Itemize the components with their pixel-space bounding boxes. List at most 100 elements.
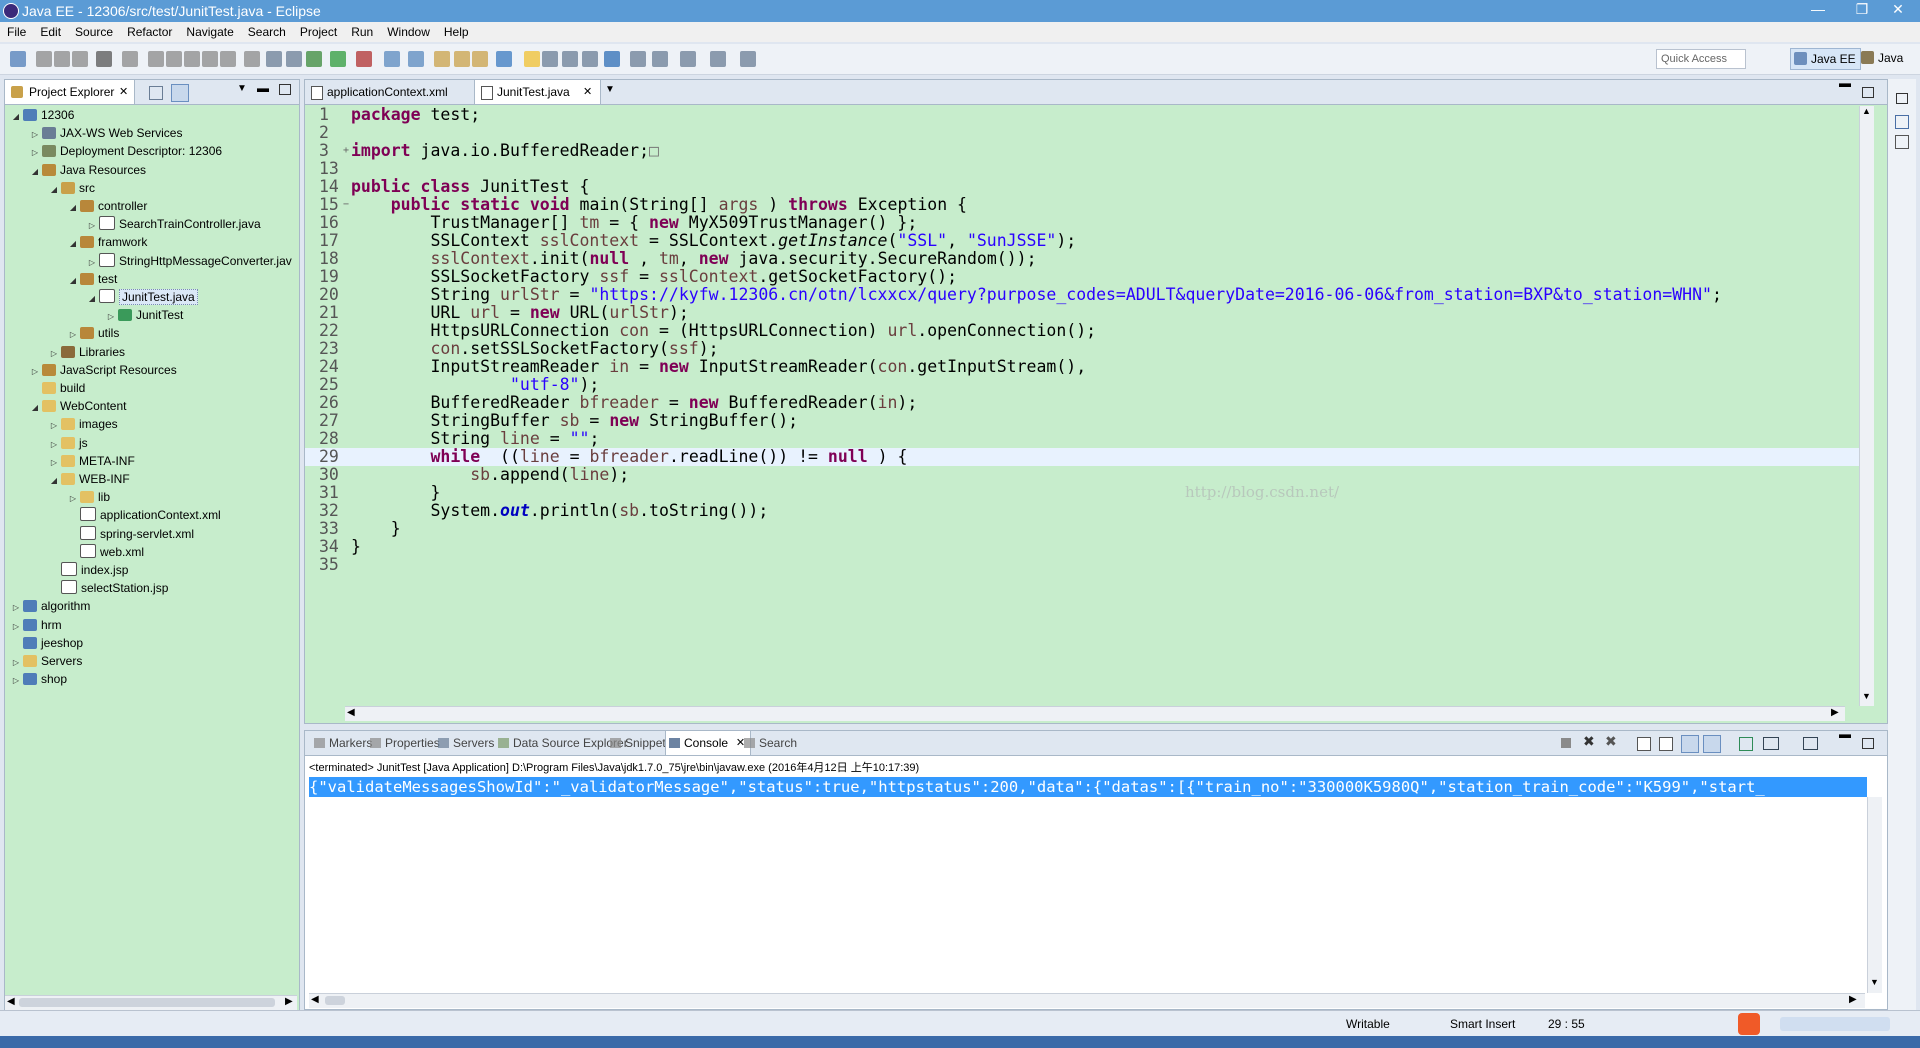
console-vertical-scrollbar[interactable]: ▼ — [1867, 797, 1882, 993]
tree-item-junittest-java[interactable]: ◢ JunitTest.java — [87, 288, 198, 306]
code-line[interactable]: 14 public class JunitTest { — [305, 178, 1865, 196]
tree-item-applicationcontext-xml[interactable]: applicationContext.xml — [68, 506, 221, 524]
code-line[interactable]: 25 "utf-8"); — [305, 376, 1865, 394]
fold-collapse-icon[interactable]: − — [343, 196, 349, 214]
toolbar-tool-14-icon[interactable] — [286, 51, 302, 67]
code-line[interactable]: 35 — [305, 556, 1865, 574]
tree-item-controller[interactable]: ◢ controller — [68, 197, 147, 215]
menu-search[interactable]: Search — [241, 22, 293, 39]
scroll-down-icon[interactable]: ▼ — [1870, 977, 1879, 987]
tree-item-build[interactable]: build — [30, 379, 85, 397]
scroll-down-icon[interactable]: ▼ — [1862, 691, 1871, 701]
task-list-icon[interactable] — [1895, 135, 1909, 149]
link-with-editor-icon[interactable] — [171, 84, 189, 102]
code-line[interactable]: 20 String urlStr = "https://kyfw.12306.c… — [305, 286, 1865, 304]
tree-item-meta-inf[interactable]: ▷ META-INF — [49, 452, 135, 470]
toolbar-tool-12-icon[interactable] — [244, 51, 260, 67]
perspective-java-ee[interactable]: Java EE — [1790, 48, 1861, 70]
toolbar-tool-27-icon[interactable] — [582, 51, 598, 67]
tree-item-js[interactable]: ▷ js — [49, 434, 88, 452]
toolbar-tool-16-icon[interactable] — [330, 51, 346, 67]
menu-navigate[interactable]: Navigate — [179, 22, 240, 39]
scroll-left-icon[interactable]: ◀ — [347, 707, 355, 718]
code-line[interactable]: 34} — [305, 538, 1865, 556]
tab-markers[interactable]: Markers — [311, 731, 372, 755]
close-icon[interactable]: ✕ — [119, 80, 128, 104]
toolbar-tool-4-icon[interactable] — [72, 51, 88, 67]
code-line[interactable]: 3 + import java.io.BufferedReader;□ — [305, 142, 1865, 160]
scroll-left-icon[interactable]: ◀ — [311, 994, 319, 1005]
maximize-view-icon[interactable] — [279, 84, 291, 95]
toolbar-tool-32-icon[interactable] — [710, 51, 726, 67]
toolbar-tool-1-icon[interactable] — [10, 51, 26, 67]
remove-launch-icon[interactable]: ✖ — [1583, 733, 1595, 750]
expanded-arrow-icon[interactable]: ◢ — [30, 399, 40, 417]
code-line[interactable]: 1 package test; — [305, 106, 1865, 124]
code-line[interactable]: 18 sslContext.init(null , tm, new java.s… — [305, 250, 1865, 268]
clear-console-icon[interactable] — [1637, 737, 1651, 751]
menu-project[interactable]: Project — [293, 22, 344, 39]
outline-icon[interactable] — [1895, 115, 1909, 129]
tab-applicationcontext-xml[interactable]: applicationContext.xml — [305, 80, 475, 104]
tree-item-stringhttpmessageconverter-jav[interactable]: ▷ StringHttpMessageConverter.jav — [87, 252, 292, 270]
menu-refactor[interactable]: Refactor — [120, 22, 179, 39]
editor-minimize-icon[interactable]: ▬ — [1839, 76, 1851, 90]
open-console-icon[interactable] — [1803, 737, 1818, 750]
display-console-icon[interactable] — [1763, 737, 1779, 750]
menu-source[interactable]: Source — [68, 22, 120, 39]
fold-expand-icon[interactable]: + — [343, 142, 349, 160]
tab-project-explorer[interactable]: Project Explorer ✕ — [5, 80, 135, 104]
tree-item-utils[interactable]: ▷ utils — [68, 324, 119, 342]
toolbar-tool-9-icon[interactable] — [184, 51, 200, 67]
scroll-thumb[interactable] — [325, 996, 345, 1005]
toolbar-tool-26-icon[interactable] — [562, 51, 578, 67]
expanded-arrow-icon[interactable]: ◢ — [49, 181, 59, 199]
code-line[interactable]: 17 SSLContext sslContext = SSLContext.ge… — [305, 232, 1865, 250]
menu-help[interactable]: Help — [437, 22, 476, 39]
editor-horizontal-scrollbar[interactable]: ◀ ▶ — [345, 706, 1845, 721]
expanded-arrow-icon[interactable]: ◢ — [30, 163, 40, 181]
scroll-right-icon[interactable]: ▶ — [1849, 994, 1857, 1005]
minimize-button[interactable]: — — [1796, 0, 1840, 20]
tree-item-libraries[interactable]: ▷ Libraries — [49, 343, 125, 361]
tree-item-framwork[interactable]: ◢ framwork — [68, 233, 147, 251]
editor-vertical-scrollbar[interactable]: ▲ ▼ — [1859, 106, 1874, 706]
tree-item-selectstation-jsp[interactable]: selectStation.jsp — [49, 579, 168, 597]
tree-item-web-xml[interactable]: web.xml — [68, 543, 144, 561]
terminate-icon[interactable] — [1561, 738, 1571, 748]
toolbar-tool-2-icon[interactable] — [36, 51, 52, 67]
scroll-left-icon[interactable]: ◀ — [7, 996, 15, 1007]
code-line[interactable]: 19 SSLSocketFactory ssf = sslContext.get… — [305, 268, 1865, 286]
view-menu-icon[interactable]: ▼ — [237, 83, 247, 94]
code-line[interactable]: 13 — [305, 160, 1865, 178]
expanded-arrow-icon[interactable]: ◢ — [68, 235, 78, 253]
expanded-arrow-icon[interactable]: ◢ — [11, 108, 21, 126]
menu-window[interactable]: Window — [380, 22, 437, 39]
code-area[interactable]: http://blog.csdn.net/ 1 package test; 2 3 + i… — [305, 106, 1865, 696]
scroll-right-icon[interactable]: ▶ — [285, 996, 293, 1007]
restore-icon[interactable] — [1896, 93, 1908, 104]
tree-item-algorithm[interactable]: ▷ algorithm — [11, 597, 90, 615]
code-line[interactable]: 31 } — [305, 484, 1865, 502]
code-line[interactable]: 2 — [305, 124, 1865, 142]
tree-item-spring-servlet-xml[interactable]: spring-servlet.xml — [68, 525, 194, 543]
tree-item-images[interactable]: ▷ images — [49, 415, 118, 433]
menu-run[interactable]: Run — [344, 22, 380, 39]
minimize-view-icon[interactable]: ▬ — [257, 81, 269, 95]
tree-item-web-inf[interactable]: ◢ WEB-INF — [49, 470, 130, 488]
code-line[interactable]: 15− public static void main(String[] arg… — [305, 196, 1865, 214]
toolbar-tool-21-icon[interactable] — [454, 51, 470, 67]
explorer-horizontal-scrollbar[interactable]: ◀ ▶ — [5, 995, 297, 1010]
code-line[interactable]: 22 HttpsURLConnection con = (HttpsURLCon… — [305, 322, 1865, 340]
console-output[interactable]: {"validateMessagesShowId":"_validatorMes… — [309, 777, 1867, 797]
code-line[interactable]: 26 BufferedReader bfreader = new Buffere… — [305, 394, 1865, 412]
toolbar-tool-15-icon[interactable] — [306, 51, 322, 67]
tree-item-12306[interactable]: ◢ 12306 — [11, 106, 74, 124]
scroll-lock-icon[interactable] — [1659, 737, 1673, 751]
toolbar-tool-5-icon[interactable] — [96, 51, 112, 67]
expanded-arrow-icon[interactable]: ◢ — [68, 199, 78, 217]
tab-properties[interactable]: Properties — [367, 731, 440, 755]
tab-snippets[interactable]: Snippets — [607, 731, 672, 755]
code-line[interactable]: 32 System.out.println(sb.toString()); — [305, 502, 1865, 520]
collapse-all-icon[interactable] — [149, 86, 163, 100]
